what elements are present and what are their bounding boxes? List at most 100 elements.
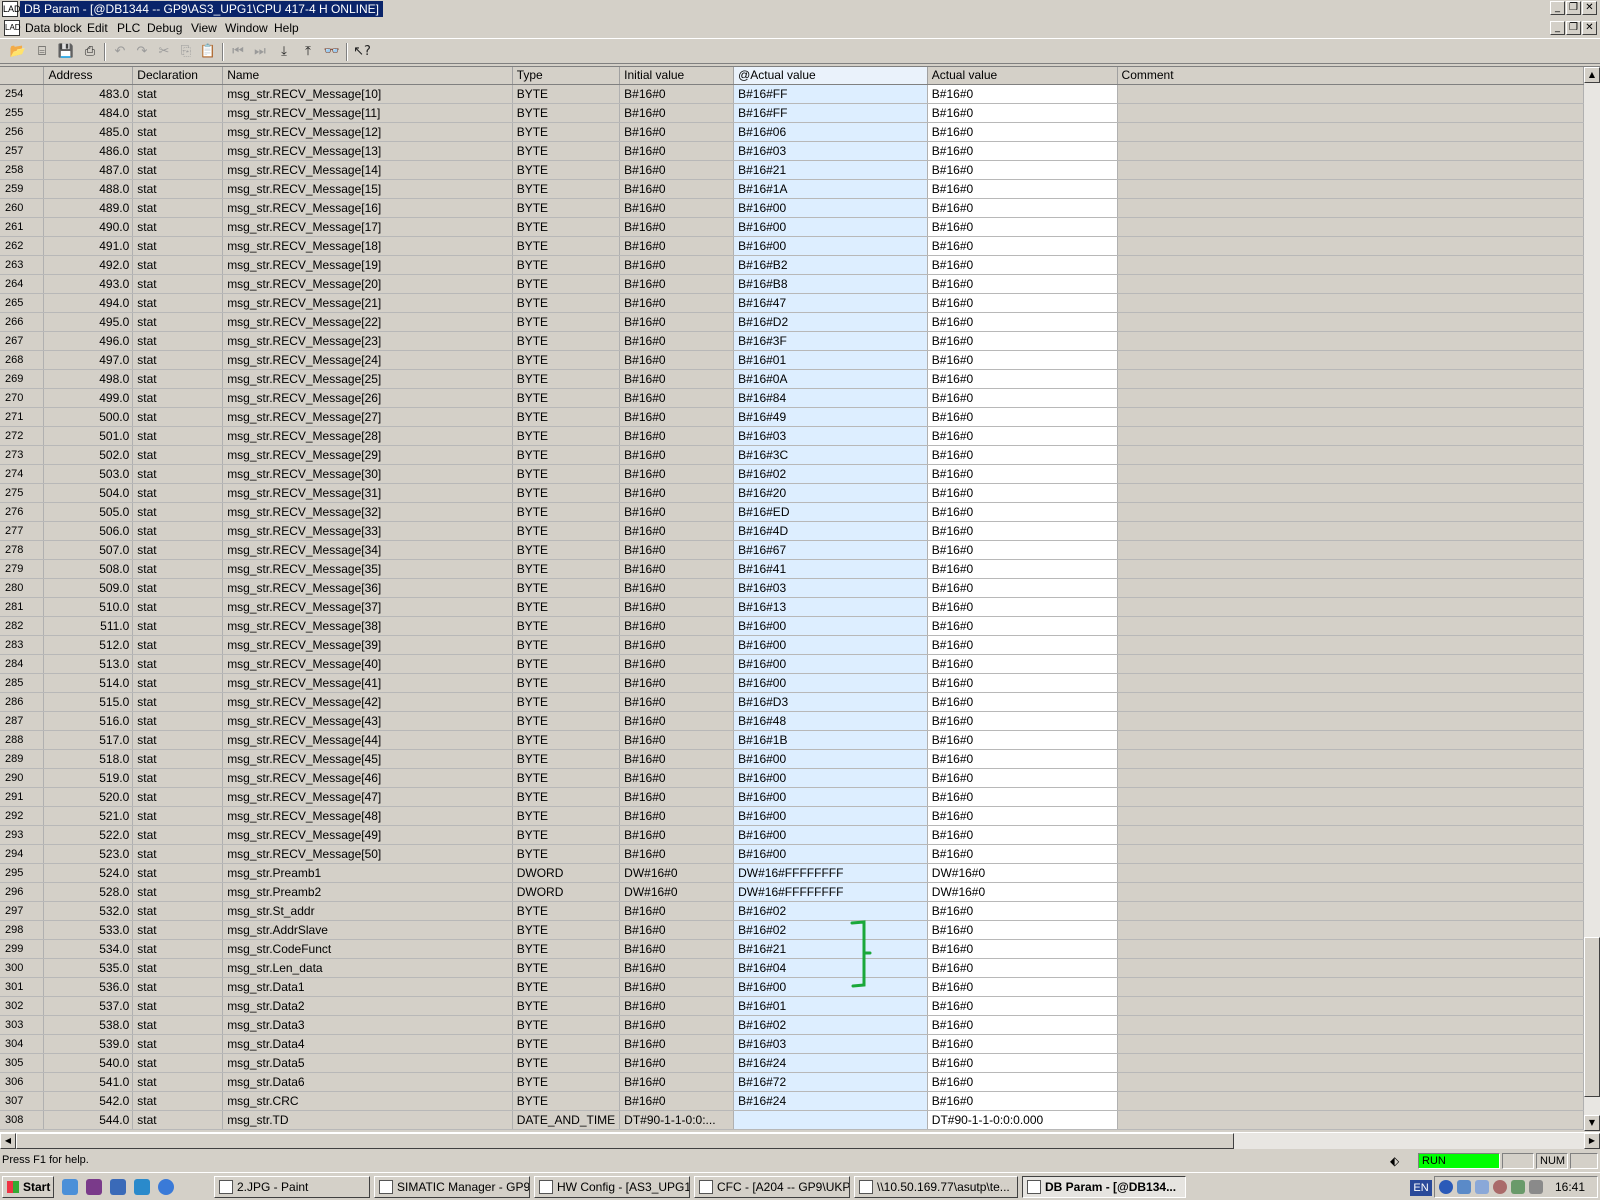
cell-at-actual-value[interactable]: B#16#02 xyxy=(733,1015,928,1035)
cell-comment[interactable] xyxy=(1117,103,1584,123)
cell-name[interactable]: msg_str.RECV_Message[23] xyxy=(222,331,513,351)
cell-declaration[interactable]: stat xyxy=(132,578,224,598)
cell-address[interactable]: 483.0 xyxy=(43,84,134,104)
cell-address[interactable]: 490.0 xyxy=(43,217,134,237)
cell-initial-value[interactable]: DW#16#0 xyxy=(619,863,735,883)
cell-actual-value[interactable]: B#16#0 xyxy=(927,578,1118,598)
cell-type[interactable]: BYTE xyxy=(512,1015,621,1035)
cell-type[interactable]: BYTE xyxy=(512,844,621,864)
cell-comment[interactable] xyxy=(1117,768,1584,788)
cell-at-actual-value[interactable]: B#16#84 xyxy=(733,388,928,408)
cell-name[interactable]: msg_str.RECV_Message[46] xyxy=(222,768,513,788)
cell-actual-value[interactable]: B#16#0 xyxy=(927,426,1118,446)
upload-icon[interactable]: ⤒ xyxy=(298,42,318,62)
table-row[interactable]: 298 533.0 stat msg_str.AddrSlave BYTE B#16#0 B… xyxy=(0,920,1584,940)
cell-declaration[interactable]: stat xyxy=(132,958,224,978)
open-icon[interactable]: 📂 xyxy=(8,42,28,62)
cell-declaration[interactable]: stat xyxy=(132,407,224,427)
cell-name[interactable]: msg_str.RECV_Message[29] xyxy=(222,445,513,465)
table-row[interactable]: 305 540.0 stat msg_str.Data5 BYTE B#16#0 B#16#… xyxy=(0,1053,1584,1073)
cell-address[interactable]: 485.0 xyxy=(43,122,134,142)
cell-address[interactable]: 515.0 xyxy=(43,692,134,712)
cell-declaration[interactable]: stat xyxy=(132,160,224,180)
cell-actual-value[interactable]: B#16#0 xyxy=(927,768,1118,788)
cell-address[interactable]: 495.0 xyxy=(43,312,134,332)
cell-actual-value[interactable]: B#16#0 xyxy=(927,1072,1118,1092)
cell-actual-value[interactable]: B#16#0 xyxy=(927,1034,1118,1054)
cell-actual-value[interactable]: B#16#0 xyxy=(927,540,1118,560)
cell-name[interactable]: msg_str.RECV_Message[30] xyxy=(222,464,513,484)
cell-comment[interactable] xyxy=(1117,407,1584,427)
cell-declaration[interactable]: stat xyxy=(132,388,224,408)
language-indicator[interactable]: EN xyxy=(1410,1180,1432,1196)
cell-actual-value[interactable]: B#16#0 xyxy=(927,901,1118,921)
cell-initial-value[interactable]: DW#16#0 xyxy=(619,882,735,902)
restore-button[interactable]: ❐ xyxy=(1566,1,1581,15)
cell-initial-value[interactable]: B#16#0 xyxy=(619,122,735,142)
cell-at-actual-value[interactable]: B#16#04 xyxy=(733,958,928,978)
cell-comment[interactable] xyxy=(1117,1110,1584,1130)
cell-declaration[interactable]: stat xyxy=(132,255,224,275)
cell-address[interactable]: 492.0 xyxy=(43,255,134,275)
cell-actual-value[interactable]: B#16#0 xyxy=(927,559,1118,579)
cell-comment[interactable] xyxy=(1117,426,1584,446)
cell-type[interactable]: BYTE xyxy=(512,635,621,655)
table-row[interactable]: 301 536.0 stat msg_str.Data1 BYTE B#16#0 B#16#… xyxy=(0,977,1584,997)
cell-name[interactable]: msg_str.RECV_Message[50] xyxy=(222,844,513,864)
cell-address[interactable]: 494.0 xyxy=(43,293,134,313)
tray-device-icon[interactable] xyxy=(1475,1180,1489,1194)
cell-type[interactable]: BYTE xyxy=(512,540,621,560)
cell-at-actual-value[interactable]: B#16#00 xyxy=(733,825,928,845)
cell-type[interactable]: BYTE xyxy=(512,1053,621,1073)
cell-address[interactable]: 487.0 xyxy=(43,160,134,180)
cell-name[interactable]: msg_str.Data3 xyxy=(222,1015,513,1035)
cell-declaration[interactable]: stat xyxy=(132,179,224,199)
cell-comment[interactable] xyxy=(1117,901,1584,921)
cell-address[interactable]: 486.0 xyxy=(43,141,134,161)
cell-comment[interactable] xyxy=(1117,635,1584,655)
cell-address[interactable]: 532.0 xyxy=(43,901,134,921)
cell-address[interactable]: 488.0 xyxy=(43,179,134,199)
table-row[interactable]: 303 538.0 stat msg_str.Data3 BYTE B#16#0 B#16#… xyxy=(0,1015,1584,1035)
table-row[interactable]: 288 517.0 stat msg_str.RECV_Message[44] BYTE… xyxy=(0,730,1584,750)
cell-at-actual-value[interactable]: B#16#00 xyxy=(733,635,928,655)
cell-name[interactable]: msg_str.RECV_Message[43] xyxy=(222,711,513,731)
cell-initial-value[interactable]: B#16#0 xyxy=(619,692,735,712)
cell-initial-value[interactable]: B#16#0 xyxy=(619,958,735,978)
explorer-quicklaunch-icon[interactable] xyxy=(134,1179,150,1195)
task-network-folder[interactable]: \\10.50.169.77\asutp\te... xyxy=(854,1176,1018,1198)
cell-initial-value[interactable]: B#16#0 xyxy=(619,844,735,864)
cell-type[interactable]: BYTE xyxy=(512,217,621,237)
cell-type[interactable]: BYTE xyxy=(512,388,621,408)
cell-comment[interactable] xyxy=(1117,1034,1584,1054)
table-row[interactable]: 284 513.0 stat msg_str.RECV_Message[40] BYTE… xyxy=(0,654,1584,674)
prev-icon[interactable]: ⏮ xyxy=(228,42,248,62)
app-icon[interactable]: LAD xyxy=(2,1,21,17)
cell-initial-value[interactable]: B#16#0 xyxy=(619,1072,735,1092)
save-icon[interactable]: 💾 xyxy=(56,42,76,62)
cell-initial-value[interactable]: B#16#0 xyxy=(619,711,735,731)
cell-actual-value[interactable]: B#16#0 xyxy=(927,1015,1118,1035)
cell-name[interactable]: msg_str.RECV_Message[21] xyxy=(222,293,513,313)
cell-address[interactable]: 498.0 xyxy=(43,369,134,389)
cell-at-actual-value[interactable]: B#16#49 xyxy=(733,407,928,427)
cell-address[interactable]: 544.0 xyxy=(43,1110,134,1130)
cell-name[interactable]: msg_str.RECV_Message[47] xyxy=(222,787,513,807)
table-row[interactable]: 286 515.0 stat msg_str.RECV_Message[42] BYTE… xyxy=(0,692,1584,712)
table-row[interactable]: 297 532.0 stat msg_str.St_addr BYTE B#16#0 B#1… xyxy=(0,901,1584,921)
cell-comment[interactable] xyxy=(1117,578,1584,598)
cell-type[interactable]: BYTE xyxy=(512,407,621,427)
cell-comment[interactable] xyxy=(1117,540,1584,560)
cell-at-actual-value[interactable]: B#16#47 xyxy=(733,293,928,313)
cell-actual-value[interactable]: B#16#0 xyxy=(927,483,1118,503)
cell-comment[interactable] xyxy=(1117,958,1584,978)
cell-comment[interactable] xyxy=(1117,1091,1584,1111)
cell-initial-value[interactable]: B#16#0 xyxy=(619,996,735,1016)
table-row[interactable]: 271 500.0 stat msg_str.RECV_Message[27] BYTE… xyxy=(0,407,1584,427)
table-row[interactable]: 272 501.0 stat msg_str.RECV_Message[28] BYTE… xyxy=(0,426,1584,446)
table-row[interactable]: 302 537.0 stat msg_str.Data2 BYTE B#16#0 B#16#… xyxy=(0,996,1584,1016)
cell-name[interactable]: msg_str.Data6 xyxy=(222,1072,513,1092)
table-row[interactable]: 278 507.0 stat msg_str.RECV_Message[34] BYTE… xyxy=(0,540,1584,560)
cell-type[interactable]: BYTE xyxy=(512,369,621,389)
cell-declaration[interactable]: stat xyxy=(132,1034,224,1054)
